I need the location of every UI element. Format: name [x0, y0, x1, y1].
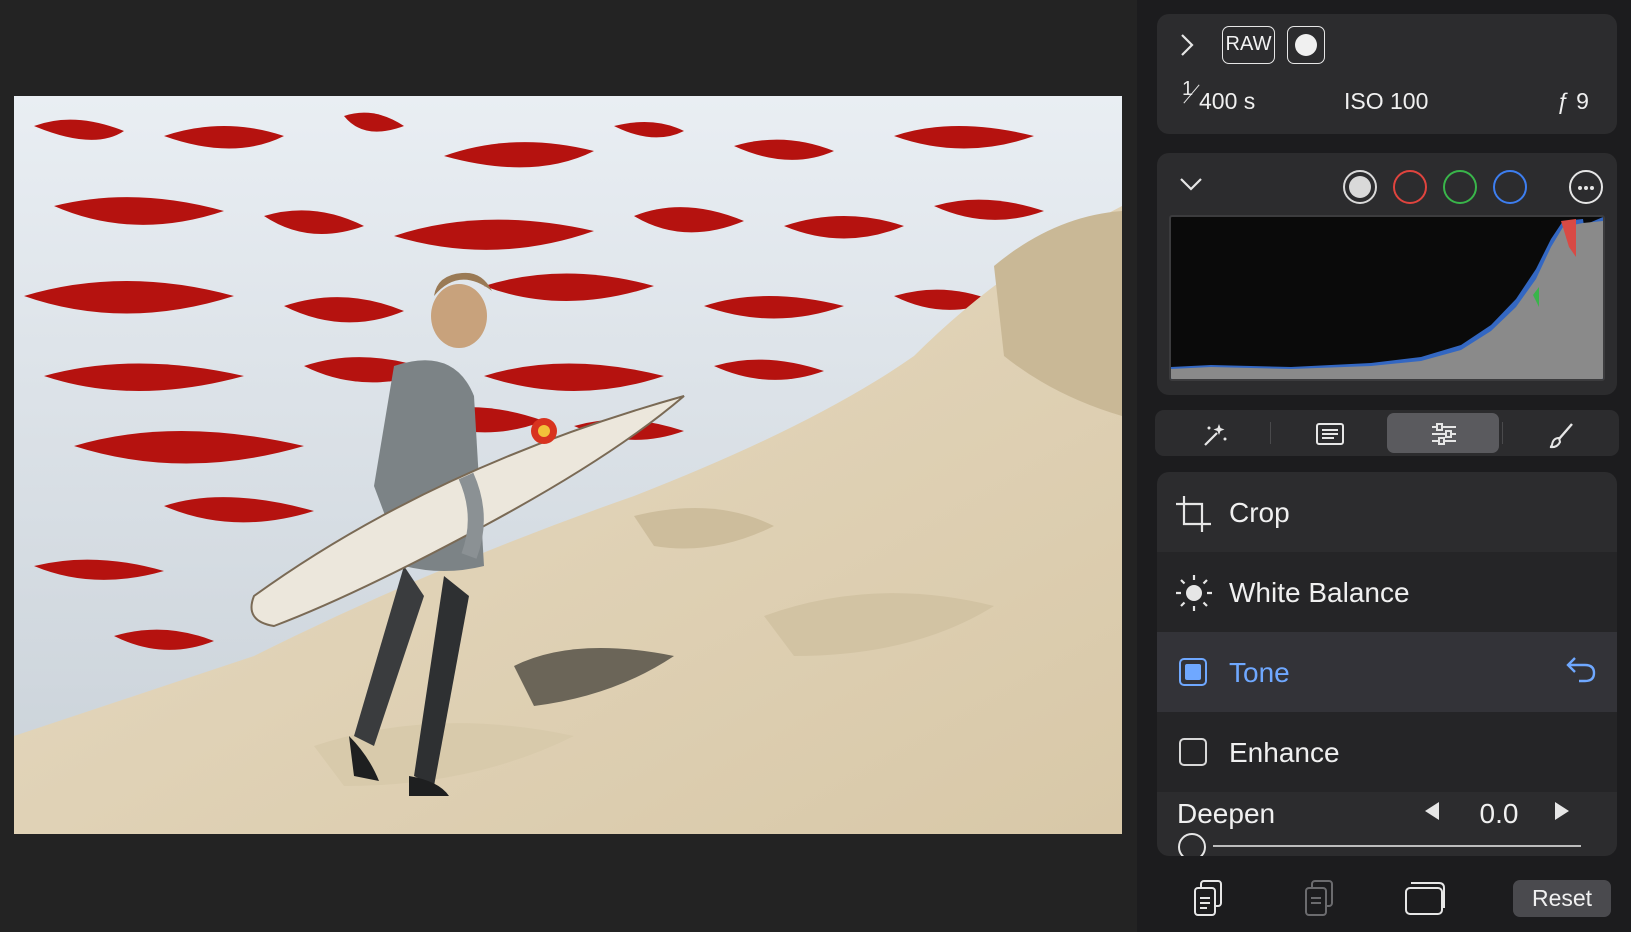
tone-row[interactable]: Tone	[1157, 632, 1617, 712]
shutter-speed: 400 s	[1199, 88, 1256, 114]
green-channel-button[interactable]	[1443, 170, 1477, 204]
tab-adjustments[interactable]	[1387, 413, 1499, 453]
bottom-toolbar: Reset	[1137, 870, 1631, 932]
adjustments-icon	[1432, 423, 1456, 445]
deepen-slider-knob[interactable]	[1178, 833, 1206, 856]
brush-icon	[1549, 423, 1573, 449]
white-balance-label: White Balance	[1229, 577, 1410, 608]
metadata-icon	[1316, 423, 1344, 445]
histogram-graph	[1171, 217, 1603, 379]
red-channel-button[interactable]	[1393, 170, 1427, 204]
inspector-panel: RAW 1 400 s ISO 100 ƒ 9 Crop White Balan…	[1137, 0, 1631, 932]
undo-icon[interactable]	[1565, 654, 1597, 684]
reset-button[interactable]: Reset	[1513, 880, 1611, 917]
tone-checkbox[interactable]	[1179, 658, 1207, 686]
enhance-checkbox[interactable]	[1179, 738, 1207, 766]
aperture-icon	[1295, 34, 1317, 56]
raw-badge[interactable]: RAW	[1222, 26, 1275, 64]
compare-icon[interactable]	[1403, 878, 1447, 918]
enhance-label: Enhance	[1229, 737, 1340, 768]
tab-retouch[interactable]	[1505, 413, 1617, 453]
deepen-label: Deepen	[1177, 798, 1276, 829]
magic-wand-icon	[1204, 424, 1227, 446]
tab-separator	[1270, 422, 1271, 444]
ellipsis-icon	[1578, 186, 1582, 190]
image-canvas	[0, 0, 1137, 932]
white-balance-row[interactable]: White Balance	[1157, 552, 1617, 632]
tool-tabs	[1155, 410, 1619, 456]
lens-badge[interactable]	[1287, 26, 1325, 64]
ellipsis-icon	[1584, 186, 1588, 190]
increase-arrow-icon[interactable]	[1555, 802, 1569, 820]
ellipsis-icon	[1590, 186, 1594, 190]
chevron-down-icon[interactable]	[1179, 177, 1203, 191]
more-options-button[interactable]	[1569, 170, 1603, 204]
crop-icon	[1176, 496, 1211, 532]
adjustments-list: Crop White Balance Tone Enhance Deepen 0…	[1157, 472, 1617, 856]
luminance-channel-button[interactable]	[1343, 170, 1377, 204]
surfer-photo	[14, 96, 1122, 834]
histogram-card	[1157, 153, 1617, 395]
photo-preview[interactable]	[14, 96, 1122, 834]
decrease-arrow-icon[interactable]	[1425, 802, 1439, 820]
paste-adjustments-icon[interactable]	[1303, 878, 1337, 918]
tab-separator	[1502, 422, 1503, 444]
exif-info-card: RAW 1 400 s ISO 100 ƒ 9	[1157, 14, 1617, 134]
histogram	[1169, 215, 1605, 381]
tone-label: Tone	[1229, 657, 1290, 688]
deepen-value[interactable]: 0.0	[1455, 798, 1543, 830]
photo-editor-window: RAW 1 400 s ISO 100 ƒ 9 Crop White Balan…	[0, 0, 1631, 932]
luminance-icon	[1349, 176, 1371, 198]
copy-adjustments-icon[interactable]	[1192, 878, 1226, 918]
crop-row[interactable]: Crop	[1157, 472, 1617, 552]
sun-icon	[1176, 575, 1212, 611]
crop-label: Crop	[1229, 497, 1290, 528]
deepen-slider-track[interactable]	[1213, 845, 1581, 847]
iso-value: ISO 100	[1344, 88, 1429, 114]
aperture-value: ƒ 9	[1557, 88, 1589, 114]
chevron-right-icon[interactable]	[1179, 32, 1195, 58]
enhance-row[interactable]: Enhance	[1157, 712, 1617, 792]
blue-channel-button[interactable]	[1493, 170, 1527, 204]
tab-metadata[interactable]	[1273, 413, 1385, 453]
tab-auto-enhance[interactable]	[1159, 413, 1271, 453]
